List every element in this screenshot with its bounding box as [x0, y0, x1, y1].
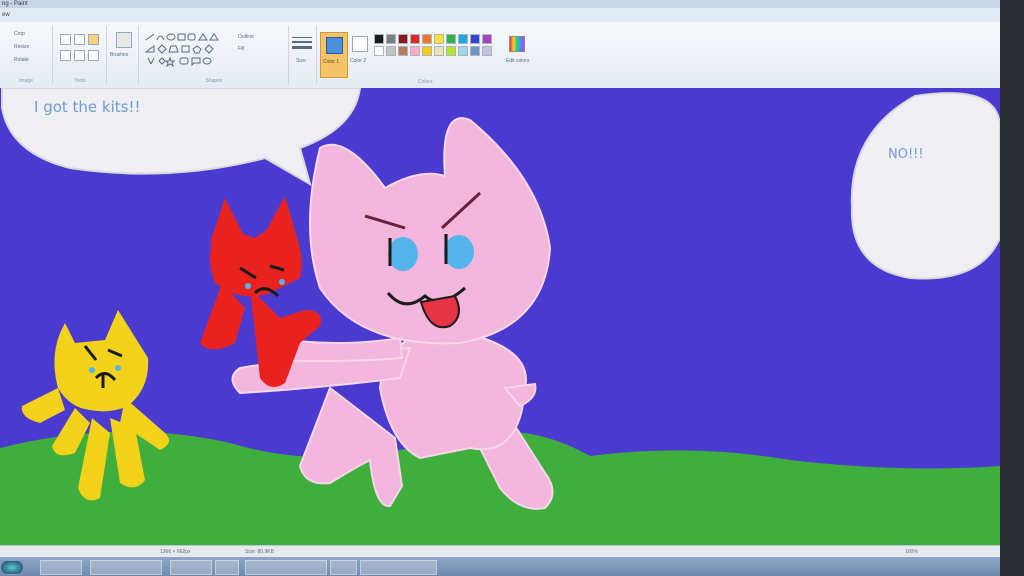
- image-group: Crop Resize Rotate Image: [0, 26, 53, 84]
- edit-colors-button[interactable]: Edit colors: [506, 32, 530, 76]
- start-button[interactable]: [0, 560, 24, 575]
- size-label: Size: [296, 58, 306, 64]
- size-group[interactable]: Size: [288, 26, 317, 84]
- palette-swatch[interactable]: [470, 46, 480, 56]
- palette-swatch[interactable]: [410, 46, 420, 56]
- palette-swatch[interactable]: [374, 34, 384, 44]
- palette-swatch[interactable]: [482, 46, 492, 56]
- taskbar-item-chrome[interactable]: [170, 560, 212, 575]
- palette-swatch[interactable]: [398, 46, 408, 56]
- image-group-label: Image: [19, 78, 33, 84]
- speech-text-right: NO!!!: [888, 147, 924, 162]
- ribbon: Crop Resize Rotate Image Tools Brushes O…: [0, 22, 1024, 89]
- monitor-screen: ng - Paint ew Crop Resize Rotate Image T…: [0, 0, 1024, 576]
- pencil-icon[interactable]: [60, 34, 71, 45]
- color2-swatch: [352, 36, 368, 52]
- menu-bar[interactable]: ew: [0, 8, 1024, 22]
- menu-view[interactable]: ew: [2, 12, 10, 18]
- shapes-group-label: Shapes: [205, 78, 223, 84]
- tools-group-label: Tools: [74, 78, 86, 84]
- palette-swatch[interactable]: [386, 34, 396, 44]
- monitor-bezel: [1000, 0, 1024, 576]
- taskbar-item-word[interactable]: [215, 560, 239, 575]
- color1-label: Color 1: [323, 59, 340, 65]
- resize-button[interactable]: Resize: [14, 44, 29, 50]
- shapes-gallery[interactable]: [144, 32, 234, 72]
- palette-swatch[interactable]: [458, 34, 468, 44]
- taskbar-item-window[interactable]: [360, 560, 437, 575]
- taskbar-item-explorer[interactable]: [40, 560, 82, 575]
- magnifier-icon[interactable]: [88, 50, 99, 61]
- palette-swatch[interactable]: [410, 34, 420, 44]
- eraser-icon[interactable]: [60, 50, 71, 61]
- taskbar-item-browser[interactable]: [90, 560, 162, 575]
- color-picker-icon[interactable]: [74, 50, 85, 61]
- palette-swatch[interactable]: [446, 46, 456, 56]
- paint-canvas[interactable]: I got the kits!! NO!!!: [0, 88, 1000, 545]
- brushes-label: Brushes: [110, 52, 129, 58]
- line-size-icon[interactable]: [292, 36, 312, 52]
- palette-swatch[interactable]: [398, 34, 408, 44]
- fill-icon[interactable]: [74, 34, 85, 45]
- taskbar-item-paint[interactable]: [245, 560, 327, 575]
- color2-label: Color 2: [350, 58, 367, 64]
- color-wheel-icon: [509, 36, 525, 52]
- tools-group: Tools: [54, 26, 107, 84]
- text-icon[interactable]: [88, 34, 99, 45]
- drawing[interactable]: I got the kits!! NO!!!: [0, 88, 1000, 545]
- palette-swatch[interactable]: [446, 34, 456, 44]
- palette-swatch[interactable]: [422, 46, 432, 56]
- rotate-button[interactable]: Rotate: [14, 57, 29, 63]
- taskbar-item-app[interactable]: [330, 560, 357, 575]
- color2-button[interactable]: Color 2: [350, 32, 370, 76]
- palette-swatch[interactable]: [422, 34, 432, 44]
- brush-icon[interactable]: [116, 32, 132, 48]
- taskbar: [0, 557, 1024, 576]
- crop-button[interactable]: Crop: [14, 31, 25, 37]
- palette-swatch[interactable]: [374, 46, 384, 56]
- speech-bubble-right: [850, 92, 1000, 280]
- window-title: ng - Paint: [0, 0, 1024, 8]
- palette-swatch[interactable]: [482, 34, 492, 44]
- palette-swatch[interactable]: [470, 34, 480, 44]
- shapes-group: Outline Fill Shapes: [140, 26, 289, 84]
- color1-button[interactable]: Color 1: [320, 32, 348, 78]
- outline-dropdown[interactable]: Outline: [238, 34, 254, 40]
- palette-swatch[interactable]: [458, 46, 468, 56]
- window-title-text: ng - Paint: [2, 1, 28, 7]
- brushes-group[interactable]: Brushes: [108, 26, 139, 84]
- color1-swatch: [326, 37, 343, 54]
- palette-swatch[interactable]: [434, 46, 444, 56]
- colors-group-label: Colors: [418, 79, 433, 85]
- speech-text-left: I got the kits!!: [34, 98, 141, 116]
- fill-dropdown[interactable]: Fill: [238, 46, 244, 52]
- edit-colors-label: Edit colors: [506, 58, 530, 64]
- color-palette: [374, 34, 504, 58]
- pink-cat: [231, 117, 554, 510]
- palette-swatch[interactable]: [434, 34, 444, 44]
- palette-swatch[interactable]: [386, 46, 396, 56]
